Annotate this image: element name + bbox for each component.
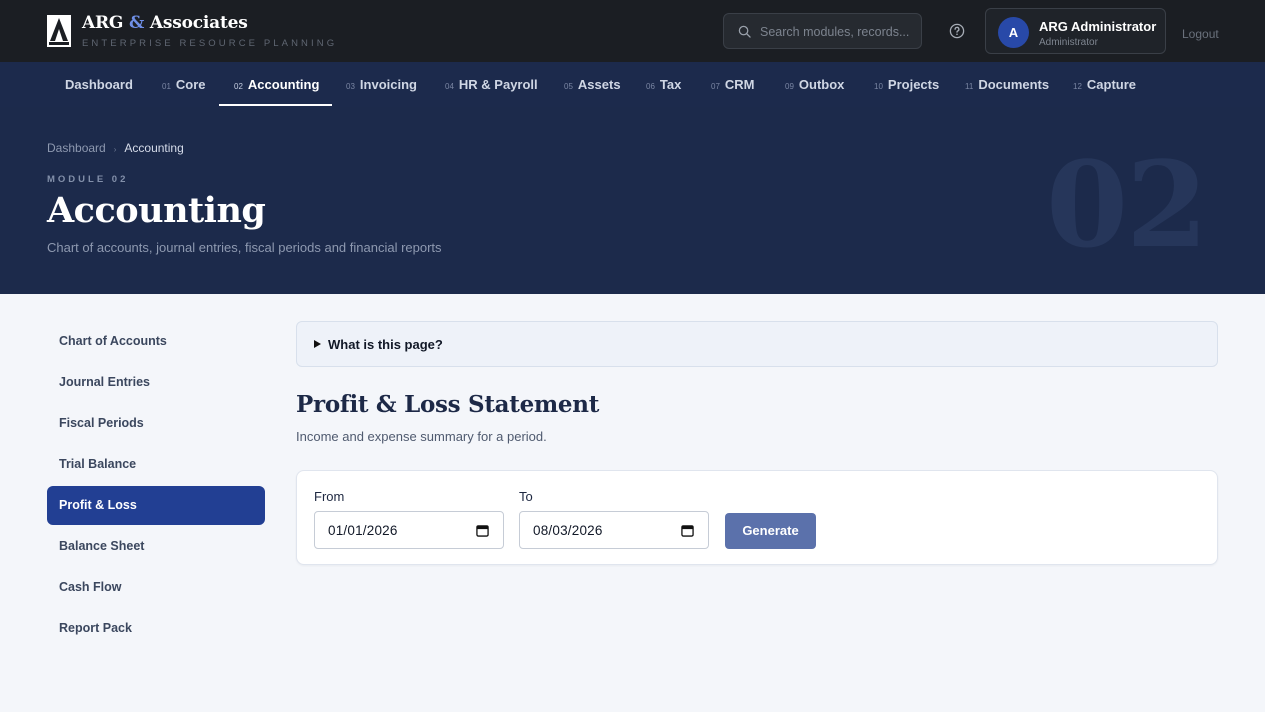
arg-logo-icon[interactable] — [47, 15, 71, 47]
user-role: Administrator — [1039, 37, 1098, 48]
section-description: Income and expense summary for a period. — [296, 429, 547, 444]
nav-item-projects[interactable]: 10 Projects — [874, 62, 939, 107]
from-label: From — [314, 489, 345, 504]
sidebar-item-trial-balance[interactable]: Trial Balance — [47, 445, 265, 484]
generate-button[interactable]: Generate — [725, 513, 816, 549]
nav-active-indicator — [219, 104, 332, 106]
page-info-disclosure[interactable]: What is this page? — [296, 321, 1218, 367]
calendar-icon[interactable] — [476, 524, 489, 537]
page-description: Chart of accounts, journal entries, fisc… — [47, 240, 442, 255]
module-number-watermark: 02 — [1046, 135, 1208, 274]
nav-item-accounting[interactable]: 02 Accounting — [234, 62, 319, 107]
from-date-value: 01/01/2026 — [328, 523, 398, 538]
page-title: Accounting — [47, 190, 266, 231]
sidebar-item-profit-loss[interactable]: Profit & Loss — [47, 486, 265, 525]
to-date-value: 08/03/2026 — [533, 523, 603, 538]
calendar-icon[interactable] — [681, 524, 694, 537]
brand-subtitle: ENTERPRISE RESOURCE PLANNING — [82, 38, 338, 49]
nav-item-crm[interactable]: 07 CRM — [711, 62, 755, 107]
nav-item-outbox[interactable]: 09 Outbox — [785, 62, 844, 107]
breadcrumb-item-dashboard[interactable]: Dashboard — [47, 141, 106, 155]
triangle-right-icon — [314, 340, 321, 348]
nav-item-dashboard[interactable]: Dashboard — [65, 62, 133, 107]
user-name: ARG Administrator — [1039, 19, 1157, 34]
chevron-right-icon: › — [113, 145, 117, 154]
help-icon[interactable] — [949, 23, 965, 39]
sidebar-item-report-pack[interactable]: Report Pack — [47, 609, 265, 648]
nav-item-invoicing[interactable]: 03 Invoicing — [346, 62, 417, 107]
section-title: Profit & Loss Statement — [296, 391, 600, 418]
breadcrumb: Dashboard › Accounting — [47, 141, 184, 155]
sidebar-item-balance-sheet[interactable]: Balance Sheet — [47, 527, 265, 566]
from-date-input[interactable]: 01/01/2026 — [314, 511, 504, 549]
search-placeholder: Search modules, records... — [760, 25, 910, 39]
sidebar-item-fiscal-periods[interactable]: Fiscal Periods — [47, 404, 265, 443]
sidebar-item-cash-flow[interactable]: Cash Flow — [47, 568, 265, 607]
breadcrumb-item-current: Accounting — [124, 141, 184, 155]
nav-item-tax[interactable]: 06 Tax — [646, 62, 681, 107]
page-info-label: What is this page? — [328, 337, 443, 352]
module-nav: Dashboard 01 Core 02 Accounting 03 Invoicin… — [0, 62, 1265, 107]
to-date-input[interactable]: 08/03/2026 — [519, 511, 709, 549]
user-menu[interactable]: A ARG Administrator Administrator — [985, 8, 1166, 54]
brand-name[interactable]: ARG & Associates — [82, 13, 248, 33]
nav-item-documents[interactable]: 11 Documents — [965, 62, 1049, 107]
logout-link[interactable]: Logout — [1182, 27, 1219, 41]
search-icon — [738, 25, 751, 38]
nav-item-core[interactable]: 01 Core — [162, 62, 206, 107]
report-filter-card: From 01/01/2026 To 08/03/2026 Generate — [296, 470, 1218, 565]
module-hero: Dashboard › Accounting MODULE 02 Accountin… — [0, 107, 1265, 294]
nav-item-assets[interactable]: 05 Assets — [564, 62, 621, 107]
search-input[interactable]: Search modules, records... — [723, 13, 922, 49]
top-bar: ARG & Associates ENTERPRISE RESOURCE PLA… — [0, 0, 1265, 62]
module-eyebrow: MODULE 02 — [47, 174, 129, 185]
sidebar-item-journal-entries[interactable]: Journal Entries — [47, 363, 265, 402]
to-label: To — [519, 489, 533, 504]
nav-item-capture[interactable]: 12 Capture — [1073, 62, 1136, 107]
nav-item-hr-payroll[interactable]: 04 HR & Payroll — [445, 62, 538, 107]
avatar: A — [998, 17, 1029, 48]
sidebar-item-chart-of-accounts[interactable]: Chart of Accounts — [47, 322, 265, 361]
